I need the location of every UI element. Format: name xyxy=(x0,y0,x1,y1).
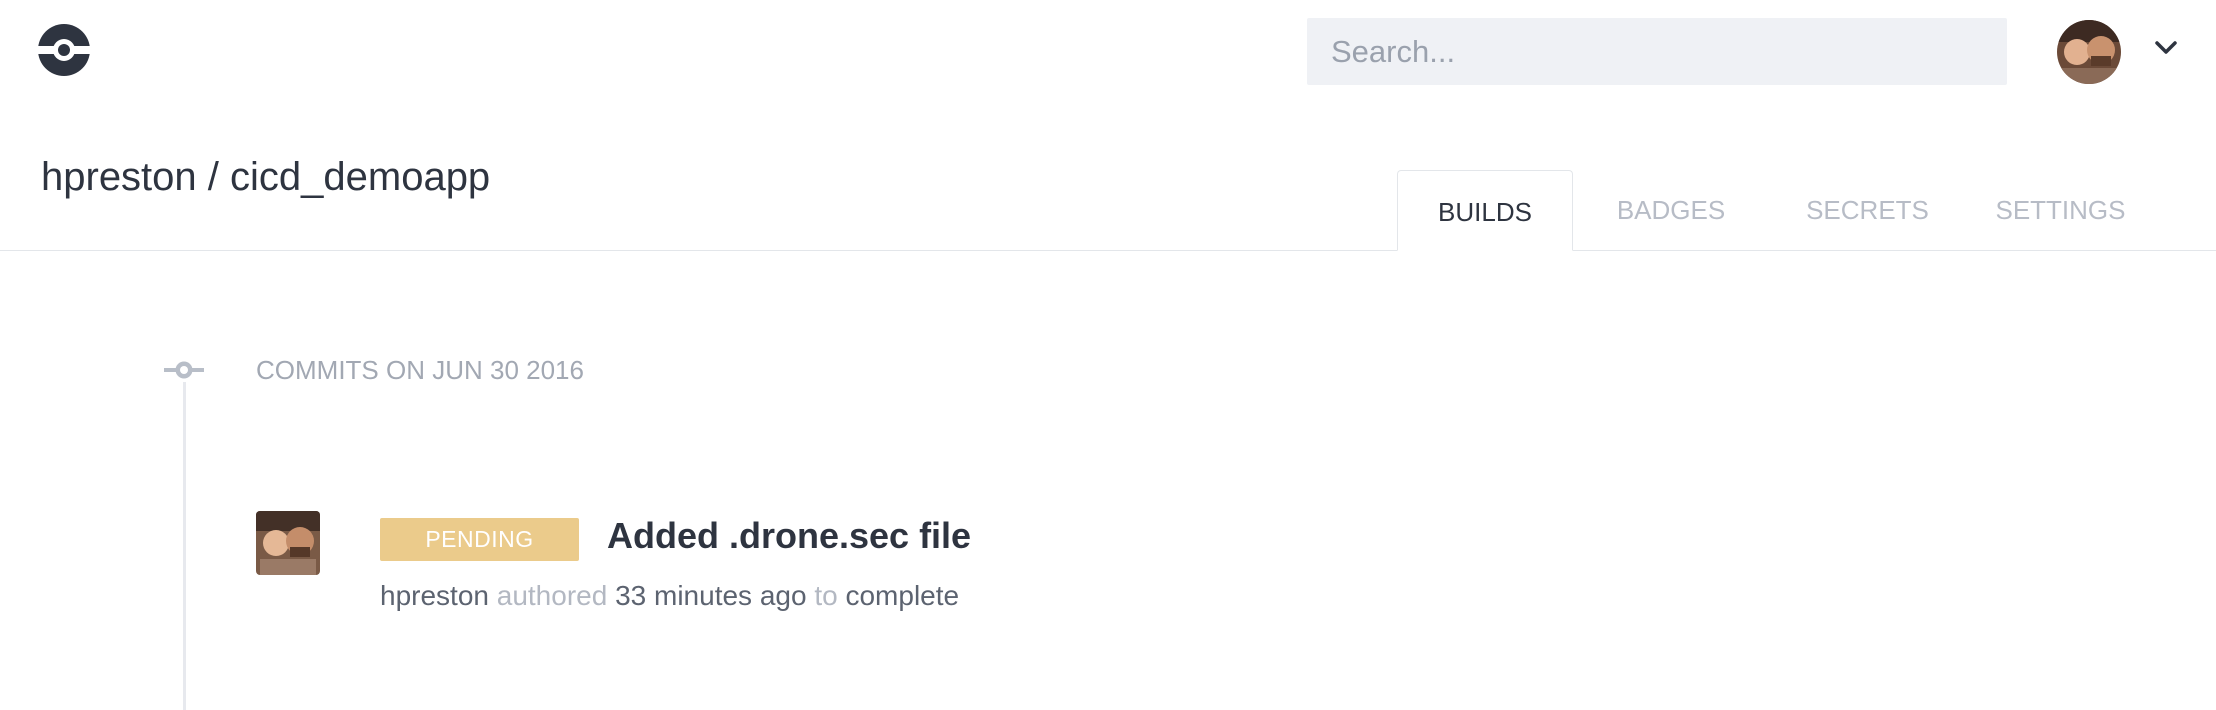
user-avatar[interactable] xyxy=(2057,20,2121,84)
repo-tabs: BUILDS BADGES SECRETS SETTINGS xyxy=(1397,170,2155,251)
to-label: to xyxy=(814,580,838,611)
commit-icon xyxy=(164,358,204,382)
build-branch: complete xyxy=(845,580,960,611)
chevron-down-icon[interactable] xyxy=(2152,34,2180,62)
timeline-line xyxy=(183,382,186,710)
tab-builds[interactable]: BUILDS xyxy=(1397,170,1573,251)
search-input[interactable] xyxy=(1307,18,2007,85)
build-time-ago: 33 minutes ago xyxy=(615,580,807,611)
tab-secrets[interactable]: SECRETS xyxy=(1769,170,1966,251)
build-author-avatar xyxy=(256,511,320,575)
build-title[interactable]: Added .drone.sec file xyxy=(607,514,971,558)
build-meta: hpreston authored 33 minutes ago to comp… xyxy=(380,578,959,614)
commit-day-label: COMMITS ON JUN 30 2016 xyxy=(256,355,584,385)
repo-title: hpreston / cicd_demoapp xyxy=(41,155,491,199)
status-badge: PENDING xyxy=(380,518,579,561)
tab-settings[interactable]: SETTINGS xyxy=(1966,170,2155,251)
build-author: hpreston xyxy=(380,580,489,611)
authored-label: authored xyxy=(496,580,608,611)
tab-badges[interactable]: BADGES xyxy=(1573,170,1769,251)
drone-logo-icon[interactable] xyxy=(34,24,94,76)
